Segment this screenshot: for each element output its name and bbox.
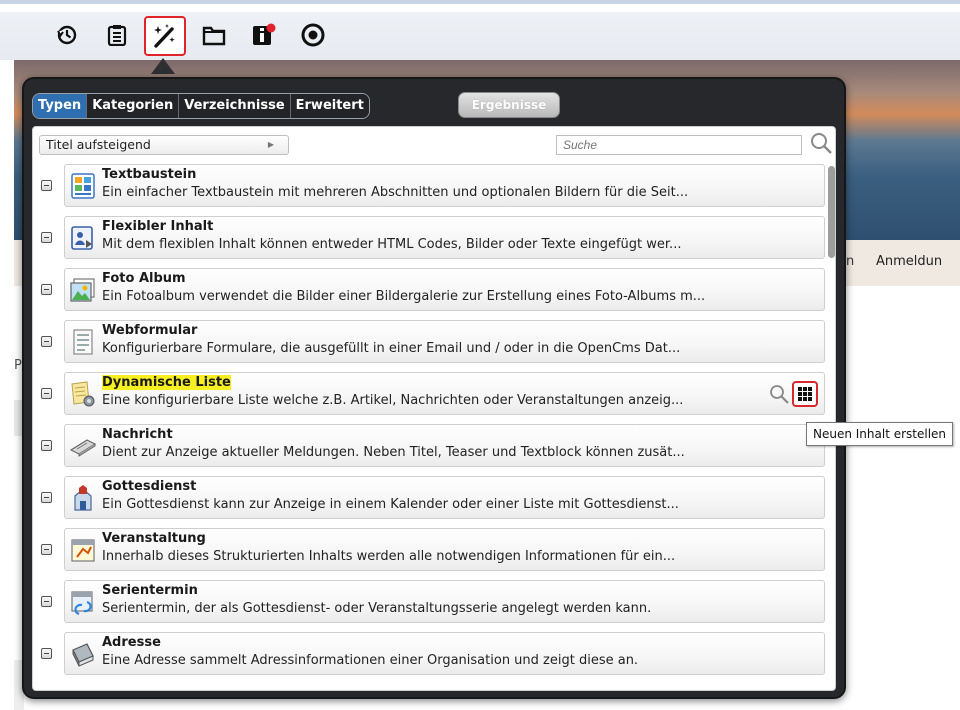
item-title: Flexibler Inhalt (102, 219, 214, 234)
item-checkbox[interactable] (41, 284, 52, 295)
list-item[interactable]: Veranstaltung Innerhalb dieses Strukturi… (37, 528, 825, 572)
event-icon (69, 536, 97, 564)
publish-icon (301, 23, 325, 47)
item-card[interactable]: Flexibler Inhalt Mit dem flexiblen Inhal… (64, 216, 825, 259)
magic-wand-icon (154, 24, 175, 48)
item-card[interactable]: Textbaustein Ein einfacher Textbaustein … (64, 164, 825, 207)
item-checkbox[interactable] (41, 232, 52, 243)
list-item[interactable]: Dynamische Liste Eine konfigurierbare Li… (37, 372, 825, 416)
item-card[interactable]: Gottesdienst Ein Gottesdienst kann zur A… (64, 476, 825, 519)
photo-album-icon (69, 276, 97, 304)
item-description: Innerhalb dieses Strukturierten Inhalts … (102, 549, 676, 564)
history-icon (57, 25, 77, 45)
item-checkbox[interactable] (41, 336, 52, 347)
create-new-tooltip: Neuen Inhalt erstellen (806, 422, 954, 446)
clipboard-icon (107, 25, 127, 46)
item-checkbox[interactable] (41, 388, 52, 399)
item-description: Ein Gottesdienst kann zur Anzeige in ein… (102, 497, 679, 512)
item-card[interactable]: Veranstaltung Innerhalb dieses Strukturi… (64, 528, 825, 571)
item-card[interactable]: Dynamische Liste Eine konfigurierbare Li… (64, 372, 825, 415)
item-description: Konfigurierbare Formulare, die ausgefüll… (102, 341, 681, 356)
item-title: Foto Album (102, 271, 186, 286)
info-icon (253, 23, 276, 45)
item-description: Serientermin, der als Gottesdienst- oder… (102, 601, 652, 616)
address-book-icon (69, 640, 97, 668)
search-icon (811, 133, 832, 154)
church-service-icon (69, 484, 97, 512)
list-item[interactable]: Serientermin Serientermin, der als Gotte… (37, 580, 825, 624)
item-title: Dynamische Liste (102, 375, 231, 390)
item-card[interactable]: Nachricht Dient zur Anzeige aktueller Me… (64, 424, 825, 467)
list-item[interactable]: Flexibler Inhalt Mit dem flexiblen Inhal… (37, 216, 825, 260)
tab-folders[interactable]: Verzeichnisse (179, 94, 291, 118)
item-actions (768, 381, 824, 409)
item-card[interactable]: Foto Album Ein Fotoalbum verwendet die B… (64, 268, 825, 311)
tab-categories[interactable]: Kategorien (87, 94, 180, 118)
sort-select-value: Titel aufsteigend (46, 137, 151, 152)
item-title: Nachricht (102, 427, 173, 442)
item-checkbox[interactable] (41, 596, 52, 607)
clipboard-button[interactable] (102, 20, 132, 50)
popup-pointer (151, 58, 175, 74)
item-description: Eine Adresse sammelt Adressinformationen… (102, 653, 639, 668)
item-card[interactable]: Webformular Konfigurierbare Formulare, d… (64, 320, 825, 363)
add-content-wizard-button[interactable] (144, 16, 186, 56)
item-description: Mit dem flexiblen Inhalt können entweder… (102, 237, 682, 252)
item-checkbox[interactable] (41, 492, 52, 503)
nav-item-login[interactable]: Anmeldun (876, 254, 942, 269)
item-checkbox[interactable] (41, 648, 52, 659)
search-input[interactable] (556, 135, 802, 155)
item-title: Serientermin (102, 583, 198, 598)
folder-icon (202, 26, 226, 46)
item-checkbox[interactable] (41, 544, 52, 555)
grid-icon (798, 387, 812, 401)
info-button[interactable] (249, 20, 279, 50)
scrollbar-thumb[interactable] (828, 166, 835, 258)
publish-button[interactable] (298, 20, 328, 50)
folder-button[interactable] (199, 20, 229, 50)
news-icon (69, 432, 97, 460)
item-checkbox[interactable] (41, 180, 52, 191)
text-block-icon (69, 172, 97, 200)
list-item[interactable]: Webformular Konfigurierbare Formulare, d… (37, 320, 825, 364)
page-text-fragment: P (14, 358, 22, 373)
item-description: Ein einfacher Textbaustein mit mehreren … (102, 185, 689, 200)
list-item[interactable]: Nachricht Dient zur Anzeige aktueller Me… (37, 424, 825, 468)
web-form-icon (69, 328, 97, 356)
list-item[interactable]: Foto Album Ein Fotoalbum verwendet die B… (37, 268, 825, 312)
tab-advanced[interactable]: Erweitert (290, 94, 369, 118)
item-description: Ein Fotoalbum verwendet die Bilder einer… (102, 289, 706, 304)
preview-button[interactable] (768, 383, 790, 405)
item-title: Webformular (102, 323, 198, 338)
item-description: Dient zur Anzeige aktueller Meldungen. N… (102, 445, 685, 460)
item-card[interactable]: Adresse Eine Adresse sammelt Adressinfor… (64, 632, 825, 675)
item-checkbox[interactable] (41, 440, 52, 451)
sort-select[interactable]: Titel aufsteigend ▶ (39, 135, 289, 155)
results-button[interactable]: Ergebnisse (458, 92, 560, 118)
dialog-tabs: Typen Kategorien Verzeichnisse Erweitert (32, 93, 370, 119)
dynamic-list-icon (69, 380, 97, 408)
add-content-dialog: Typen Kategorien Verzeichnisse Erweitert… (22, 77, 846, 699)
create-new-button[interactable] (792, 381, 818, 407)
toolbar (0, 0, 960, 60)
item-card[interactable]: Serientermin Serientermin, der als Gotte… (64, 580, 825, 623)
types-panel: Titel aufsteigend ▶ Suche Textbaustein E… (32, 126, 836, 691)
search-icon (770, 385, 789, 404)
flexible-content-icon (69, 224, 97, 252)
item-title: Textbaustein (102, 167, 197, 182)
list-item[interactable]: Gottesdienst Ein Gottesdienst kann zur A… (37, 476, 825, 520)
history-button[interactable] (52, 20, 82, 50)
list-item[interactable]: Adresse Eine Adresse sammelt Adressinfor… (37, 632, 825, 676)
item-title: Gottesdienst (102, 479, 197, 494)
recurring-event-icon (69, 588, 97, 616)
item-title: Veranstaltung (102, 531, 206, 546)
tab-types[interactable]: Typen (33, 94, 88, 118)
search-button[interactable] (809, 131, 833, 155)
list-item[interactable]: Textbaustein Ein einfacher Textbaustein … (37, 164, 825, 208)
item-description: Eine konfigurierbare Liste welche z.B. A… (102, 393, 684, 408)
chevron-right-icon: ▶ (267, 140, 274, 149)
item-title: Adresse (102, 635, 161, 650)
